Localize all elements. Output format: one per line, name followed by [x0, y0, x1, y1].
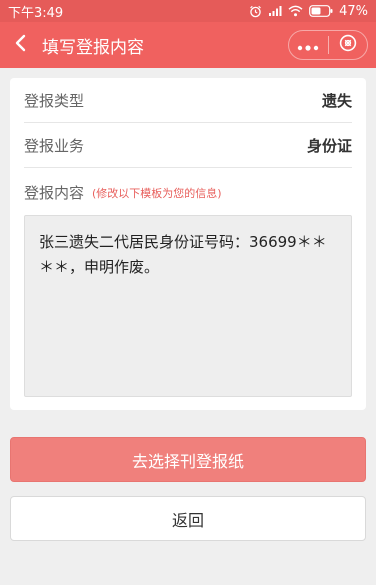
alarm-icon [249, 5, 262, 18]
more-button[interactable] [289, 31, 328, 59]
status-bar: 下午3:49 47% [0, 0, 376, 22]
battery-percent: 47% [339, 3, 368, 19]
close-button[interactable] [329, 31, 368, 59]
type-label: 登报类型 [24, 91, 85, 110]
signal-icon [268, 5, 282, 17]
return-button[interactable]: 返回 [10, 496, 366, 541]
type-value: 遗失 [321, 91, 352, 110]
business-value: 身份证 [306, 136, 352, 155]
content-label: 登报内容 [24, 184, 85, 202]
back-button[interactable] [0, 22, 40, 68]
form-card: 登报类型 遗失 登报业务 身份证 登报内容 (修改以下模板为您的信息) 张三遗失… [10, 78, 366, 410]
wifi-icon [288, 5, 303, 17]
nav-bar: 填写登报内容 [0, 22, 376, 68]
content-textarea[interactable]: 张三遗失二代居民身份证号码：36699＊＊＊＊，申明作废。 [24, 215, 352, 397]
chevron-left-icon [14, 34, 26, 56]
content-label-row: 登报内容 (修改以下模板为您的信息) [24, 182, 352, 203]
business-row[interactable]: 登报业务 身份证 [24, 123, 352, 168]
mini-program-capsule [288, 30, 368, 60]
type-row[interactable]: 登报类型 遗失 [24, 78, 352, 123]
more-dots-icon [297, 36, 319, 55]
close-circle-icon [339, 34, 357, 56]
battery-icon [309, 5, 333, 17]
status-time: 下午3:49 [8, 5, 64, 21]
content-hint: (修改以下模板为您的信息) [92, 186, 222, 200]
business-label: 登报业务 [24, 136, 85, 155]
choose-newspaper-button[interactable]: 去选择刊登报纸 [10, 437, 366, 482]
